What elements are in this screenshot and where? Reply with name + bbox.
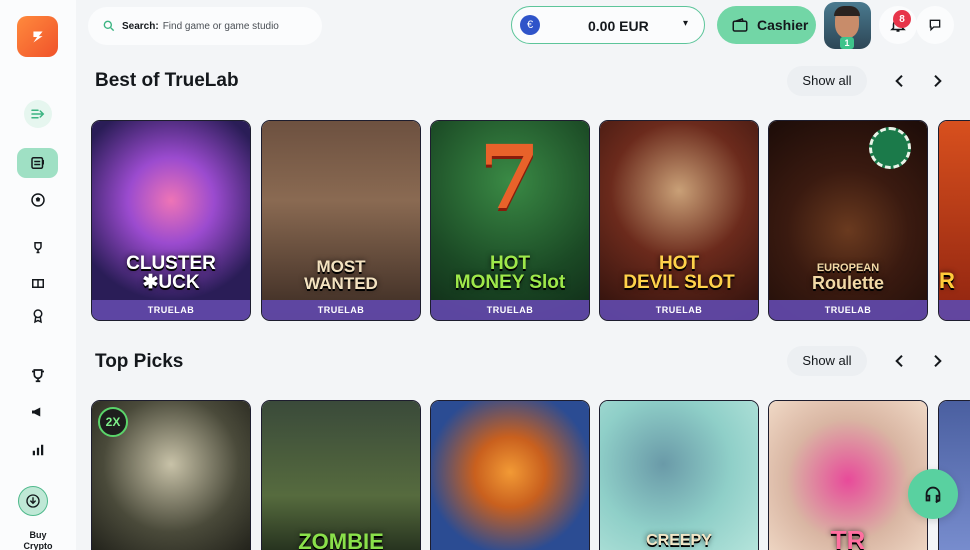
section-title-best-of-truelab: Best of TrueLab bbox=[95, 70, 239, 91]
game-card[interactable] bbox=[430, 400, 590, 550]
award-icon bbox=[33, 309, 43, 324]
notification-count-badge: 8 bbox=[893, 10, 911, 28]
cashier-label: Cashier bbox=[757, 17, 809, 33]
brand-logo[interactable] bbox=[17, 16, 58, 57]
chevron-left-icon bbox=[895, 354, 903, 368]
section-title-top-picks: Top Picks bbox=[95, 351, 184, 372]
game-card[interactable]: EUROPEAN Roulette TRUELAB bbox=[768, 120, 928, 321]
game-card[interactable]: R bbox=[938, 120, 970, 321]
multiplier-badge: 2X bbox=[98, 407, 128, 437]
show-all-button[interactable]: Show all bbox=[787, 346, 867, 376]
chevron-right-icon bbox=[934, 354, 942, 368]
euro-icon: € bbox=[520, 15, 540, 35]
game-card[interactable]: TR bbox=[768, 400, 928, 550]
show-all-button[interactable]: Show all bbox=[787, 66, 867, 96]
sidebar-item-vip[interactable] bbox=[22, 302, 54, 330]
game-title: HOT DEVIL SLOT bbox=[623, 253, 735, 293]
search-input[interactable]: Search: Find game or game studio bbox=[88, 7, 322, 45]
chevron-left-icon bbox=[895, 74, 903, 88]
game-provider: TRUELAB bbox=[262, 300, 420, 320]
game-provider bbox=[939, 300, 970, 320]
search-label: Search: bbox=[122, 20, 159, 32]
sidebar-item-rewards[interactable] bbox=[22, 362, 54, 390]
game-provider: TRUELAB bbox=[769, 300, 927, 320]
game-title: HOT MONEY Slot bbox=[454, 253, 566, 293]
game-card[interactable]: MOST WANTED TRUELAB bbox=[261, 120, 421, 321]
logo-icon bbox=[32, 31, 43, 42]
game-card[interactable]: ZOMBIE bbox=[261, 400, 421, 550]
game-title: TR bbox=[830, 525, 866, 550]
game-card[interactable]: HOT DEVIL SLOT TRUELAB bbox=[599, 120, 759, 321]
chevron-right-icon bbox=[934, 74, 942, 88]
game-provider: TRUELAB bbox=[92, 300, 250, 320]
sidebar-collapse-button[interactable] bbox=[24, 100, 52, 128]
sidebar-item-stats[interactable] bbox=[22, 436, 54, 464]
search-icon bbox=[103, 20, 115, 32]
search-placeholder: Find game or game studio bbox=[162, 20, 279, 32]
sidebar-item-casino[interactable] bbox=[17, 148, 58, 178]
chat-icon bbox=[929, 19, 941, 32]
chevron-down-icon: ▾ bbox=[683, 18, 689, 29]
game-provider: TRUELAB bbox=[600, 300, 758, 320]
game-card[interactable]: 2X bbox=[91, 400, 251, 550]
chip-icon bbox=[869, 127, 911, 169]
buy-crypto-button[interactable] bbox=[18, 486, 48, 516]
slot-machine-icon bbox=[30, 157, 44, 169]
carousel-prev-button[interactable] bbox=[886, 347, 914, 375]
avatar[interactable]: 1 bbox=[824, 2, 871, 49]
carousel-next-button[interactable] bbox=[923, 67, 951, 95]
seven-symbol: 7 bbox=[479, 125, 541, 229]
game-card[interactable]: CLUSTER ✱UCK TRUELAB bbox=[91, 120, 251, 321]
game-title: R bbox=[939, 268, 955, 293]
wallet-icon bbox=[732, 18, 748, 32]
level-badge: 1 bbox=[840, 37, 854, 49]
megaphone-icon bbox=[32, 407, 41, 417]
game-title: EUROPEAN Roulette bbox=[812, 262, 884, 293]
bar-chart-icon bbox=[32, 444, 44, 456]
download-icon bbox=[26, 494, 40, 508]
sidebar-item-promotions[interactable] bbox=[22, 268, 54, 296]
game-card[interactable]: CREEPY bbox=[599, 400, 759, 550]
sidebar-item-tournaments[interactable] bbox=[22, 234, 54, 262]
game-card[interactable]: 7 HOT MONEY Slot TRUELAB bbox=[430, 120, 590, 321]
carousel-next-button[interactable] bbox=[923, 347, 951, 375]
wallet-balance: 0.00 EUR bbox=[588, 18, 649, 34]
game-provider: TRUELAB bbox=[431, 300, 589, 320]
soccer-ball-icon bbox=[31, 193, 45, 207]
live-support-button[interactable] bbox=[908, 469, 958, 519]
game-title: CREEPY bbox=[646, 532, 712, 549]
cashier-button[interactable]: Cashier bbox=[717, 6, 816, 44]
expand-arrow-icon bbox=[31, 109, 45, 119]
gift-icon bbox=[32, 279, 44, 288]
sidebar: Buy Crypto bbox=[0, 0, 76, 550]
wallet-selector[interactable]: € 0.00 EUR ▾ bbox=[511, 6, 705, 44]
game-title: CLUSTER ✱UCK bbox=[126, 253, 216, 293]
chat-button[interactable] bbox=[916, 6, 954, 44]
game-title: MOST WANTED bbox=[304, 257, 378, 293]
trophy-icon bbox=[34, 242, 42, 254]
cup-icon bbox=[32, 369, 44, 383]
buy-crypto-label[interactable]: Buy Crypto bbox=[20, 530, 56, 550]
carousel-prev-button[interactable] bbox=[886, 67, 914, 95]
sidebar-item-sports[interactable] bbox=[22, 186, 54, 214]
headset-icon bbox=[925, 486, 941, 504]
sidebar-item-news[interactable] bbox=[22, 398, 54, 426]
game-title: ZOMBIE bbox=[298, 529, 384, 550]
